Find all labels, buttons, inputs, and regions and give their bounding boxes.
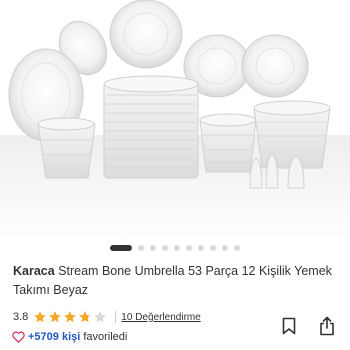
favorites-count: +5709 kişi bbox=[28, 331, 81, 343]
dinnerware-photo bbox=[0, 0, 350, 240]
gallery-dot[interactable] bbox=[210, 245, 216, 251]
product-name: Stream Bone Umbrella 53 Parça 12 Kişilik… bbox=[13, 264, 332, 297]
product-rating[interactable]: 3.8 10 Değerlendirme bbox=[13, 309, 201, 325]
product-image[interactable] bbox=[0, 0, 350, 240]
star-icon bbox=[34, 311, 47, 323]
gallery-dot[interactable] bbox=[138, 245, 144, 251]
product-actions bbox=[280, 316, 336, 336]
favorites-info: +5709 kişi favoriledi bbox=[12, 331, 127, 343]
gallery-dot[interactable] bbox=[162, 245, 168, 251]
gallery-dot[interactable] bbox=[234, 245, 240, 251]
favorites-label: favoriledi bbox=[83, 331, 128, 343]
star-icon bbox=[64, 311, 77, 323]
gallery-dot[interactable] bbox=[110, 245, 132, 251]
bookmark-icon bbox=[282, 317, 296, 335]
gallery-dot[interactable] bbox=[198, 245, 204, 251]
rating-score: 3.8 bbox=[13, 311, 29, 323]
rating-divider bbox=[115, 311, 117, 323]
gallery-dot[interactable] bbox=[222, 245, 228, 251]
gallery-dot[interactable] bbox=[186, 245, 192, 251]
gallery-dot[interactable] bbox=[174, 245, 180, 251]
share-button[interactable] bbox=[318, 316, 336, 336]
star-icon bbox=[79, 311, 92, 323]
share-icon bbox=[320, 316, 334, 336]
star-icon bbox=[49, 311, 62, 323]
star-icon bbox=[94, 311, 107, 323]
heart-outline-icon bbox=[12, 331, 25, 343]
gallery-dot[interactable] bbox=[150, 245, 156, 251]
gallery-pagination[interactable] bbox=[0, 243, 350, 253]
reviews-link[interactable]: 10 Değerlendirme bbox=[121, 312, 201, 323]
rating-stars bbox=[33, 310, 107, 324]
bookmark-button[interactable] bbox=[280, 316, 298, 336]
product-title: Karaca Stream Bone Umbrella 53 Parça 12 … bbox=[13, 262, 338, 300]
product-brand[interactable]: Karaca bbox=[13, 264, 55, 278]
